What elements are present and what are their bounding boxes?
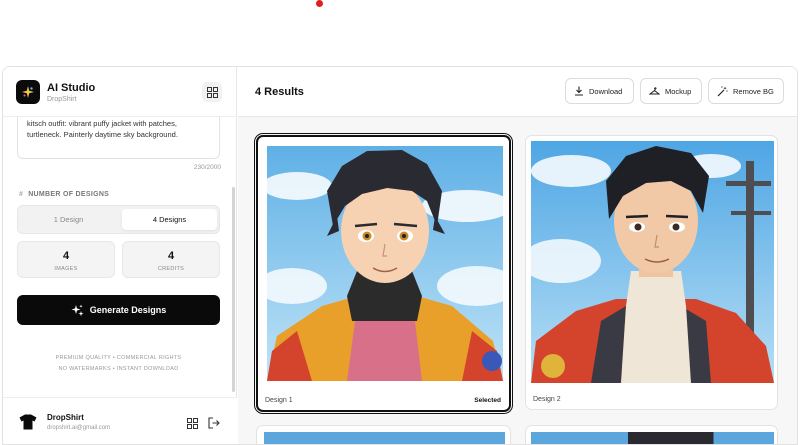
design-card-4[interactable] <box>525 425 778 444</box>
app-subtitle: DropShirt <box>47 96 77 103</box>
stat-credits-label: CREDITS <box>157 266 185 272</box>
mockup-button[interactable]: Mockup <box>640 78 702 104</box>
app-window: AI Studio DropShirt kitsch outfit: vibra… <box>2 66 798 445</box>
gallery-toggle-button[interactable] <box>202 82 222 102</box>
stat-credits: 4 CREDITS <box>122 241 220 278</box>
hash-icon: # <box>19 191 24 198</box>
design-1-label: Design 1 <box>265 397 293 404</box>
logout-button[interactable] <box>204 413 224 433</box>
design-card-1[interactable]: Design 1 Selected <box>254 133 513 414</box>
grid-icon <box>206 86 218 98</box>
design-1-image <box>267 146 503 381</box>
stat-images-label: IMAGES <box>54 266 78 272</box>
user-name: DropShirt <box>47 413 84 422</box>
magic-wand-icon <box>717 85 728 96</box>
download-icon <box>575 86 583 96</box>
account-grid-button[interactable] <box>182 413 202 433</box>
results-header: 4 Results Download Mockup Remove BG <box>238 67 797 117</box>
recording-dot <box>316 0 323 7</box>
option-1-design[interactable]: 1 Design <box>21 209 116 230</box>
option-4-designs[interactable]: 4 Designs <box>122 209 217 230</box>
generate-designs-label: Generate Designs <box>89 305 167 315</box>
stat-images: 4 IMAGES <box>17 241 115 278</box>
design-card-3[interactable] <box>256 425 511 444</box>
hanger-icon <box>649 87 660 95</box>
prompt-textarea[interactable]: kitsch outfit: vibrant puffy jacket with… <box>17 117 220 159</box>
design-card-2[interactable]: Design 2 <box>525 135 778 410</box>
sidebar: AI Studio DropShirt kitsch outfit: vibra… <box>3 67 237 444</box>
user-email: dropshirt.ai@gmail.com <box>47 425 111 431</box>
generate-designs-button[interactable]: Generate Designs <box>17 295 220 325</box>
grid-icon <box>186 417 198 429</box>
sparkles-icon <box>71 304 84 316</box>
selected-badge: Selected <box>474 397 501 404</box>
remove-bg-button[interactable]: Remove BG <box>708 78 784 104</box>
app-title: AI Studio <box>47 82 96 94</box>
sidebar-scroll-area: kitsch outfit: vibrant puffy jacket with… <box>3 117 237 397</box>
results-title: 4 Results <box>255 86 304 98</box>
results-panel: 4 Results Download Mockup Remove BG Desi… <box>238 67 797 444</box>
stat-credits-value: 4 <box>167 250 175 262</box>
mockup-label: Mockup <box>665 86 692 96</box>
design-4-image <box>531 432 774 444</box>
fine-print-line-1: PREMIUM QUALITY • COMMERCIAL RIGHTS <box>55 355 182 361</box>
stat-images-value: 4 <box>62 250 70 262</box>
fine-print-line-2: NO WATERMARKS • INSTANT DOWNLOAD <box>58 366 179 372</box>
remove-bg-label: Remove BG <box>733 86 774 96</box>
sidebar-header: AI Studio DropShirt <box>3 67 237 117</box>
logout-icon <box>208 417 220 429</box>
design-count-toggle: 1 Design 4 Designs <box>17 205 220 234</box>
tshirt-icon <box>19 414 37 430</box>
sidebar-scrollbar[interactable] <box>232 187 235 392</box>
char-count: 230/2000 <box>193 164 221 171</box>
number-of-designs-label: # NUMBER OF DESIGNS <box>19 191 110 198</box>
download-button[interactable]: Download <box>565 78 634 104</box>
app-logo <box>16 80 40 104</box>
prompt-text: kitsch outfit: vibrant puffy jacket with… <box>27 119 178 139</box>
design-2-image <box>531 141 774 383</box>
design-2-label: Design 2 <box>533 396 561 403</box>
sparkle-icon <box>22 86 34 98</box>
sidebar-footer: DropShirt dropshirt.ai@gmail.com <box>3 397 237 444</box>
download-label: Download <box>589 86 623 96</box>
design-3-image <box>264 432 505 444</box>
